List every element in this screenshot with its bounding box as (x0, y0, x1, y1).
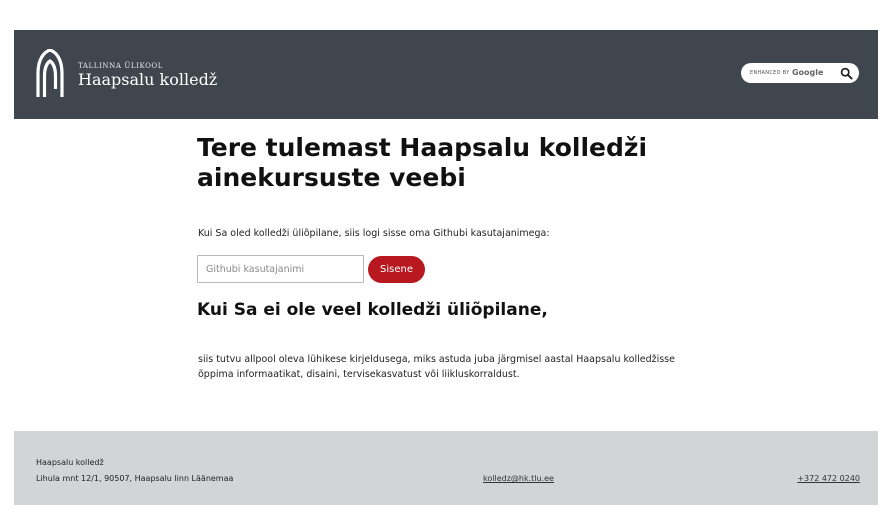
login-button[interactable]: Sisene (368, 256, 425, 283)
footer-address: Lihula mnt 12/1, 90507, Haapsalu linn Lä… (36, 474, 234, 483)
page-title: Tere tulemast Haapsalu kolledži ainekurs… (197, 133, 648, 192)
github-username-input[interactable] (197, 255, 364, 283)
search-branding: ENHANCED BY Google (750, 68, 823, 78)
footer-email-link[interactable]: kolledz@hk.tlu.ee (483, 474, 554, 484)
footer-college-name: Haapsalu kolledž (36, 458, 104, 467)
prospective-students-heading: Kui Sa ei ole veel kolledži üliõpilane, (197, 300, 548, 320)
login-instructions: Kui Sa oled kolledži üliõpilane, siis lo… (198, 228, 550, 239)
search-brand-label: Google (791, 68, 824, 77)
logo-college-name: Haapsalu kolledž (78, 70, 218, 89)
site-header: TALLINNA ÜLIKOOL Haapsalu kolledž ENHANC… (14, 30, 878, 119)
site-footer: Haapsalu kolledž Lihula mnt 12/1, 90507,… (14, 431, 878, 505)
site-search-box[interactable]: ENHANCED BY Google (741, 63, 859, 83)
college-logo-text[interactable]: TALLINNA ÜLIKOOL Haapsalu kolledž (78, 62, 217, 89)
prospective-students-text: siis tutvu allpool oleva lühikese kirjel… (198, 354, 675, 380)
search-icon[interactable] (840, 67, 853, 80)
logo-university-name: TALLINNA ÜLIKOOL (78, 62, 164, 70)
footer-phone-link[interactable]: +372 472 0240 (797, 474, 860, 484)
college-logo-icon[interactable] (36, 49, 64, 99)
search-enhanced-by-label: ENHANCED BY (750, 70, 790, 76)
